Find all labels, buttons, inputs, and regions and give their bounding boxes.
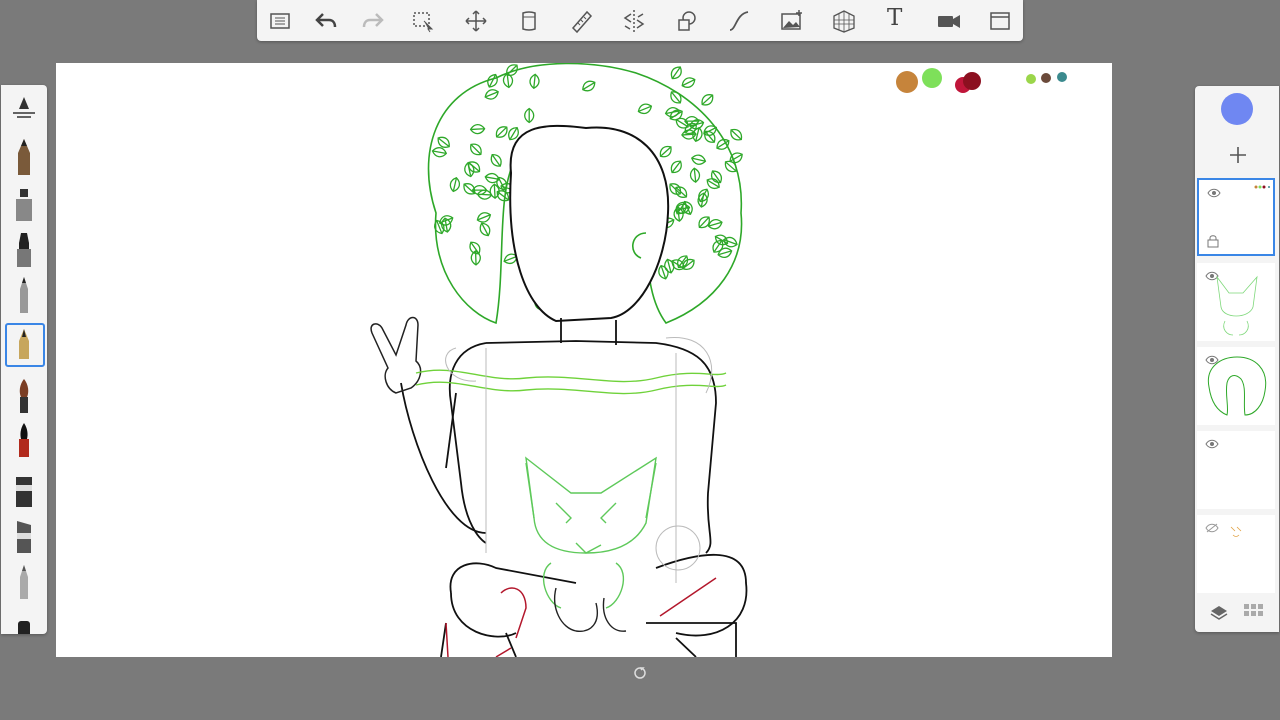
hair-leaf <box>438 215 454 226</box>
paint-brush[interactable] <box>7 375 41 415</box>
hair-leaf <box>495 126 508 138</box>
current-color-swatch[interactable] <box>1221 93 1253 125</box>
sweater-vine <box>415 369 727 395</box>
eraser-brush[interactable] <box>7 607 41 634</box>
text-tool-label[interactable]: T <box>887 5 902 31</box>
add-layer-icon[interactable] <box>1227 144 1249 166</box>
eye-icon <box>1207 188 1221 198</box>
layer-4[interactable] <box>1197 431 1275 509</box>
hair-leaf <box>470 143 482 156</box>
hair-leaf <box>479 222 491 237</box>
grid-icon[interactable] <box>1244 604 1264 618</box>
perspective-ruler-icon[interactable] <box>569 8 595 34</box>
hair-leaf <box>658 264 669 280</box>
hair-leaf <box>692 126 703 143</box>
palette-swatch-orange <box>896 71 918 93</box>
smudge-brush[interactable] <box>7 561 41 601</box>
eye-icon <box>1205 439 1219 449</box>
layer-actions <box>1195 588 1279 632</box>
sync-icon[interactable] <box>633 666 647 680</box>
hair-leaf <box>471 184 488 196</box>
hair-leaf <box>664 107 681 118</box>
color-palette-swatches <box>896 68 1067 93</box>
hair-leaf <box>701 94 714 106</box>
list-icon[interactable] <box>267 8 293 34</box>
video-icon[interactable] <box>936 8 962 34</box>
layer-3[interactable] <box>1197 347 1275 425</box>
undo-icon[interactable] <box>313 8 339 34</box>
chisel-marker-brush[interactable] <box>7 469 41 509</box>
airbrush-brush[interactable] <box>7 183 41 223</box>
palette-swatch-lime <box>922 68 942 88</box>
hair-leaf <box>464 162 475 178</box>
hair-leaf <box>490 154 502 167</box>
selection-icon[interactable] <box>410 8 436 34</box>
palette-swatch-brown <box>1041 73 1051 83</box>
hair-leaf <box>670 91 682 104</box>
layer-1[interactable] <box>1197 178 1275 256</box>
brush-settings-icon[interactable] <box>7 91 41 131</box>
hair-leaf <box>689 167 701 183</box>
fountain-pen-brush[interactable] <box>5 323 45 367</box>
layer-thumbnail <box>1216 275 1258 336</box>
drawing-canvas[interactable] <box>56 63 1112 657</box>
layers-icon[interactable] <box>1210 604 1228 620</box>
hair-leaf <box>476 212 492 223</box>
ruler-icon[interactable] <box>516 8 542 34</box>
hair-leaf <box>670 160 682 174</box>
hair-leaf <box>730 128 743 141</box>
hair-leaf <box>524 107 535 124</box>
layer-thumbnail <box>1207 356 1267 416</box>
top-toolbar: T <box>257 0 1023 41</box>
ink-brush[interactable] <box>7 419 41 459</box>
transform-icon[interactable] <box>463 8 489 34</box>
shapes-icon[interactable] <box>674 8 700 34</box>
red-sketch <box>445 577 717 657</box>
symmetry-icon[interactable] <box>621 8 647 34</box>
body-lineart <box>400 318 748 657</box>
hair-leaf <box>506 64 518 76</box>
layer-5[interactable] <box>1197 515 1275 593</box>
hair-leaf <box>431 147 448 158</box>
hair-leaf <box>449 177 461 193</box>
pencil-brush[interactable] <box>7 137 41 177</box>
layer-2[interactable] <box>1197 263 1275 341</box>
hair-leaf <box>463 183 476 195</box>
face-outline <box>509 124 670 323</box>
fullscreen-icon[interactable] <box>987 8 1013 34</box>
marker-brush[interactable] <box>7 229 41 269</box>
redo-icon[interactable] <box>360 8 386 34</box>
feet-lineart <box>554 587 627 632</box>
hair-leaf <box>659 145 672 158</box>
hair-leaf <box>637 103 653 115</box>
hair-leaf <box>681 77 696 88</box>
palette-swatch-yellowgreen <box>1026 74 1036 84</box>
hair-leaf <box>529 73 540 90</box>
ballpoint-brush[interactable] <box>7 275 41 315</box>
lock-icon <box>1207 235 1219 248</box>
hair-leaf <box>469 123 486 135</box>
image-icon[interactable] <box>779 8 805 34</box>
flat-marker-brush[interactable] <box>7 515 41 555</box>
hair-leaf <box>484 89 499 100</box>
hair-leaf <box>691 154 707 165</box>
hair-leaf <box>669 183 682 195</box>
hair-leaf <box>469 241 481 255</box>
perspective-grid-icon[interactable] <box>831 8 857 34</box>
brush-panel <box>1 85 47 634</box>
layer-thumbnail <box>1230 526 1242 537</box>
hair-leaf <box>670 66 682 80</box>
hair-leaf <box>487 73 498 88</box>
hair-leaf <box>717 247 733 259</box>
fox-graphic <box>525 456 657 609</box>
hair-leaf <box>582 80 596 92</box>
hair-leaf <box>675 186 688 198</box>
layers-panel <box>1195 86 1279 632</box>
curve-icon[interactable] <box>726 8 752 34</box>
palette-swatch-teal <box>1057 72 1067 82</box>
peace-hand <box>370 316 422 394</box>
palette-swatch-darkred <box>963 72 981 90</box>
